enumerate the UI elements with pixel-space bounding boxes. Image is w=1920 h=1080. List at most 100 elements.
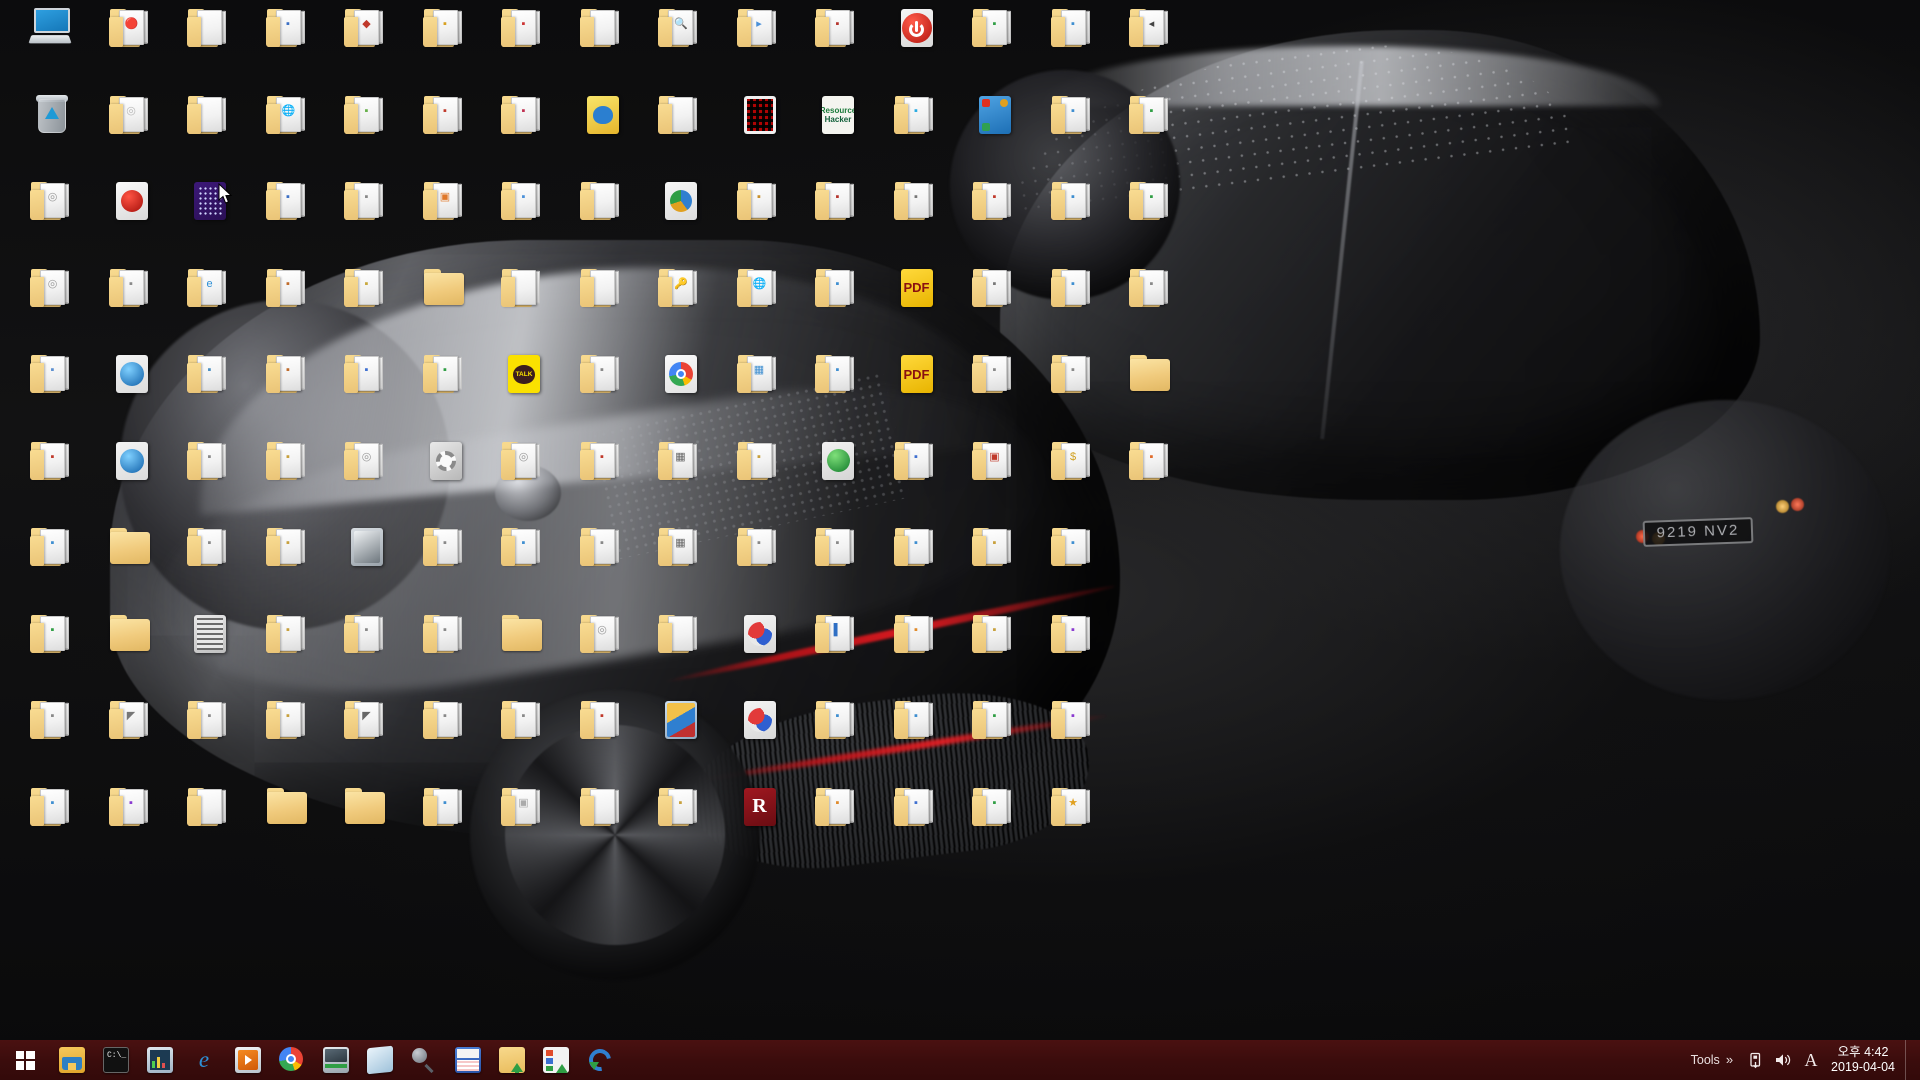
folder-icon: ▪ <box>185 696 233 744</box>
desktop-icon-glyph: ▪ <box>421 523 469 571</box>
desktop-icon-glyph: ◎ <box>28 177 76 225</box>
desktop[interactable]: 9219 NV2 🔴 ▪ ◆ ▪ ▪ 🔍 ▸ ▪ ▪ ▪ ◂ ◎ 🌐 ▪ ▪ ▪… <box>0 0 1920 1080</box>
desktop-icon-glyph: ▪ <box>421 350 469 398</box>
folder-icon: ▪ <box>578 523 626 571</box>
desktop-icon-glyph <box>970 91 1018 139</box>
desktop-icon-glyph: ▪ <box>264 4 312 52</box>
folder-icon: ▪ <box>264 4 312 52</box>
show-desktop-button[interactable] <box>1905 1040 1914 1080</box>
folder-overlay-icon: e <box>206 277 213 290</box>
desktop-icon[interactable]: ▪ <box>1027 523 1119 575</box>
taskbar-file-explorer-icon[interactable] <box>50 1040 94 1080</box>
ime-icon[interactable]: A <box>1797 1040 1825 1080</box>
clock[interactable]: 오후 4:42 2019-04-04 <box>1825 1040 1905 1080</box>
taskbar[interactable]: C:\_ e Tools » A 오후 4:42 2019-04-04 <box>0 1040 1920 1080</box>
desktop-icon-glyph: ▪ <box>892 783 940 831</box>
folder-icon: ◂ <box>1127 4 1175 52</box>
folder-icon <box>656 91 704 139</box>
folder-icon: ▪ <box>1127 91 1175 139</box>
folder-icon <box>656 610 704 658</box>
desktop-icon-glyph: PDF <box>892 264 940 312</box>
folder-overlay-icon: ▪ <box>50 537 55 549</box>
desktop-icon-glyph: ▪ <box>1049 4 1097 52</box>
folder-overlay-icon: ▪ <box>521 710 526 722</box>
folder-icon: ▪ <box>656 783 704 831</box>
taskbar-media-player-icon[interactable] <box>226 1040 270 1080</box>
desktop-icon-glyph: ▪ <box>813 783 861 831</box>
taskbar-notepad-icon[interactable] <box>358 1040 402 1080</box>
desktop-icon-glyph <box>656 696 704 744</box>
desktop-icon[interactable]: ▪ <box>1105 177 1197 229</box>
taskbar-chrome-icon[interactable] <box>270 1040 314 1080</box>
desktop-icon-glyph <box>421 264 469 312</box>
folder-overlay-icon: ▣ <box>439 191 451 203</box>
taskbar-disk-utility-icon[interactable] <box>314 1040 358 1080</box>
folder-overlay-icon: ▪ <box>835 710 840 722</box>
taskbar-install-tool-icon[interactable] <box>534 1040 578 1080</box>
folder-icon: ◆ <box>342 4 390 52</box>
usb-eject-icon[interactable] <box>1741 1040 1769 1080</box>
clock-date: 2019-04-04 <box>1831 1060 1895 1074</box>
desktop-icon[interactable]: ◂ <box>1105 4 1197 56</box>
desktop-icon[interactable]: ▪ <box>1105 91 1197 143</box>
desktop-icon[interactable]: ★ <box>1027 783 1119 835</box>
folder-icon: ▪ <box>892 91 940 139</box>
desktop-icon-glyph: ▪ <box>28 350 76 398</box>
folder-icon: ▪ <box>28 523 76 571</box>
taskbar-folder-upload-icon[interactable] <box>490 1040 534 1080</box>
folder-overlay-icon: ▪ <box>364 277 369 290</box>
folder-icon <box>107 610 155 658</box>
folder-icon: ▪ <box>185 437 233 485</box>
desktop-icon-glyph: ▪ <box>499 91 547 139</box>
taskbar-magnifier-icon[interactable] <box>402 1040 446 1080</box>
folder-icon: ▪ <box>1049 523 1097 571</box>
speaker-icon[interactable] <box>1769 1040 1797 1080</box>
desktop-icon-glyph: 🔑 <box>656 264 704 312</box>
desktop-icon-glyph: ▣ <box>499 783 547 831</box>
folder-overlay-icon: ◎ <box>47 191 58 203</box>
folder-overlay-icon: ▪ <box>914 450 918 463</box>
desktop-icon-glyph: ▪ <box>1049 610 1097 658</box>
folder-overlay-icon: ◎ <box>126 104 136 117</box>
folder-overlay-icon: ▪ <box>129 796 133 809</box>
desktop-icon-glyph <box>1127 350 1175 398</box>
folder-overlay-icon: ▣ <box>989 450 1000 463</box>
start-button[interactable] <box>0 1040 50 1080</box>
desktop-icon[interactable]: ▪ <box>1105 264 1197 316</box>
chevron-double-right-icon[interactable]: » <box>1726 1053 1733 1066</box>
folder-overlay-icon: ▪ <box>914 104 918 117</box>
desktop-icon[interactable] <box>1105 350 1197 402</box>
folder-icon: ▪ <box>421 696 469 744</box>
desktop-icon-glyph: ▪ <box>578 523 626 571</box>
folder-overlay-icon: ▪ <box>443 364 447 376</box>
desktop-icon-glyph: ◎ <box>578 610 626 658</box>
folder-overlay-icon: ▪ <box>992 623 997 636</box>
taskbar-pinned-items[interactable]: C:\_ e <box>50 1040 622 1080</box>
desktop-icon-glyph <box>578 783 626 831</box>
desktop-icon-glyph: ▪ <box>264 177 312 225</box>
taskbar-internet-explorer-icon[interactable]: e <box>182 1040 226 1080</box>
folder-overlay-icon: ▪ <box>207 364 212 376</box>
desktop-icon[interactable]: ▪ <box>1027 610 1119 662</box>
folder-overlay-icon: ▪ <box>914 191 918 203</box>
folder-icon: ▪ <box>264 350 312 398</box>
folder-overlay-icon: ▪ <box>1149 104 1154 117</box>
desktop-icon-glyph: ▪ <box>578 437 626 485</box>
folder-overlay-icon: ▪ <box>1071 710 1075 722</box>
taskbar-floppy-disk-icon[interactable] <box>446 1040 490 1080</box>
desktop-icon[interactable]: ▪ <box>1105 437 1197 489</box>
folder-overlay-icon: ▪ <box>914 623 918 636</box>
tray-toolbar-label[interactable]: Tools <box>1691 1053 1720 1067</box>
folder-icon: ▪ <box>499 4 547 52</box>
folder-icon: ▪ <box>264 177 312 225</box>
folder-icon: ▪ <box>342 177 390 225</box>
desktop-icon-glyph: ▪ <box>1049 350 1097 398</box>
taskbar-sync-tool-icon[interactable] <box>578 1040 622 1080</box>
desktop-icon-grid[interactable]: 🔴 ▪ ◆ ▪ ▪ 🔍 ▸ ▪ ▪ ▪ ◂ ◎ 🌐 ▪ ▪ ▪ Resourc … <box>0 0 1920 1080</box>
desktop-icon-glyph <box>656 350 704 398</box>
desktop-icon[interactable]: ▪ <box>1027 696 1119 748</box>
folder-icon: ▪ <box>578 696 626 744</box>
system-tray[interactable]: Tools » A 오후 4:42 2019-04-04 <box>1691 1040 1920 1080</box>
taskbar-perfmon-icon[interactable] <box>138 1040 182 1080</box>
taskbar-command-prompt-icon[interactable]: C:\_ <box>94 1040 138 1080</box>
